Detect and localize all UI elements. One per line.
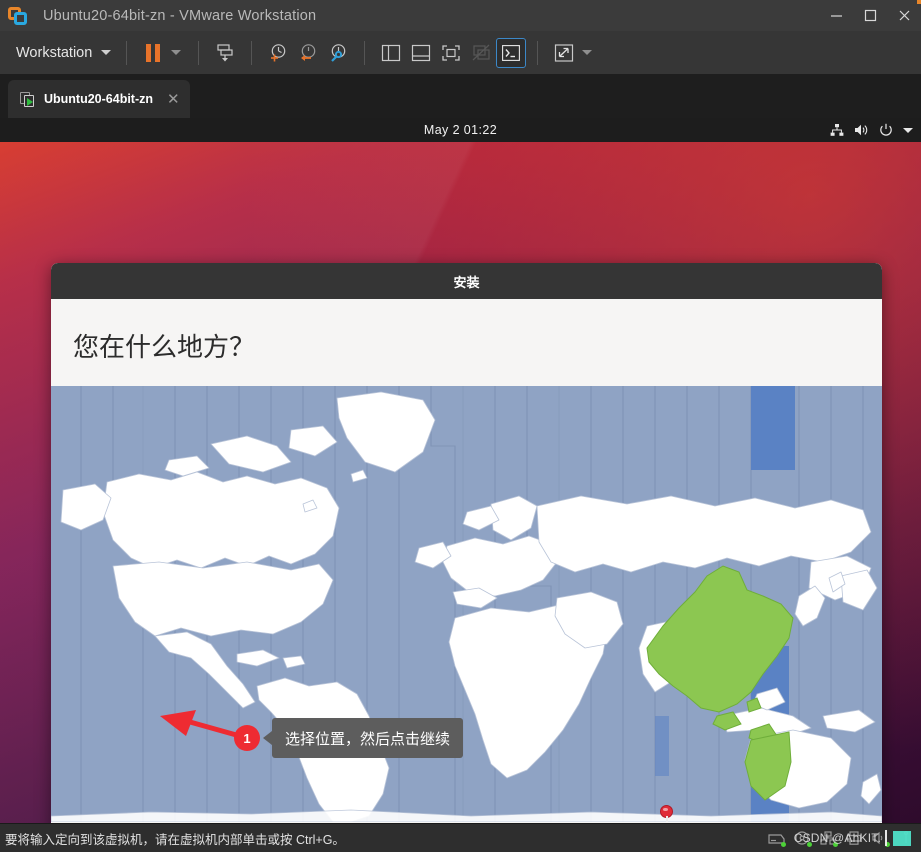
- snapshot-manager-icon: [331, 43, 346, 62]
- vm-tab-label: Ubuntu20-64bit-zn: [44, 92, 154, 106]
- close-icon[interactable]: [887, 0, 921, 31]
- unity-mode-icon: [472, 44, 490, 60]
- status-message: 要将输入定向到该虚拟机，请在虚拟机内部单击或按 Ctrl+G。: [5, 832, 345, 847]
- unity-mode-button: [466, 38, 496, 68]
- revert-snapshot-button[interactable]: [293, 38, 323, 68]
- main-toolbar: Workstation: [0, 31, 921, 74]
- pause-dropdown-chevron-down-icon[interactable]: [171, 50, 182, 55]
- snapshot-add-icon: [271, 43, 286, 61]
- gnome-status-area[interactable]: [830, 118, 913, 142]
- vmware-workstation-window: Ubuntu20-64bit-zn - VMware Workstation W…: [0, 0, 921, 852]
- workstation-menu-label: Workstation: [16, 44, 93, 61]
- full-screen-button[interactable]: [436, 38, 466, 68]
- minimize-icon[interactable]: [819, 0, 853, 31]
- guest-screen: May 2 01:22 安装 您在什么地方？: [0, 118, 921, 823]
- installer-dialog: 安装 您在什么地方？: [51, 263, 882, 823]
- maximize-icon[interactable]: [853, 0, 887, 31]
- toolbar-divider: [126, 40, 128, 65]
- close-icon[interactable]: ✕: [167, 92, 180, 107]
- timezone-map[interactable]: [51, 386, 882, 822]
- expand-arrows-icon: [555, 43, 574, 62]
- chevron-down-icon: [101, 50, 112, 55]
- toolbar-divider: [364, 40, 366, 65]
- gnome-top-bar: May 2 01:22: [0, 118, 921, 142]
- snapshot-revert-icon: [301, 43, 316, 61]
- network-icon: [830, 124, 844, 136]
- panel-left-icon: [382, 44, 401, 61]
- stretch-view-button[interactable]: [549, 38, 579, 68]
- csdn-watermark: CSDN @AhKIT.: [794, 830, 911, 846]
- show-thumbnail-bar-button[interactable]: [406, 38, 436, 68]
- snapshot-manager-button[interactable]: [323, 38, 353, 68]
- page-title: 您在什么地方？: [73, 332, 256, 362]
- toolbar-divider: [537, 40, 539, 65]
- world-map-svg: [51, 386, 882, 822]
- vm-running-icon: [20, 91, 36, 107]
- send-ctrl-alt-del-button[interactable]: [210, 38, 240, 68]
- window-title-bar: Ubuntu20-64bit-zn - VMware Workstation: [0, 0, 921, 31]
- power-icon: [880, 123, 892, 136]
- window-controls: [819, 0, 921, 31]
- panel-bottom-icon: [412, 44, 431, 61]
- pause-button[interactable]: [138, 38, 168, 68]
- fullscreen-icon: [442, 44, 460, 61]
- hard-disk-device-icon[interactable]: [768, 831, 786, 847]
- take-snapshot-button[interactable]: [263, 38, 293, 68]
- vm-tab[interactable]: Ubuntu20-64bit-zn ✕: [8, 80, 190, 118]
- send-keys-icon: [217, 43, 233, 61]
- toolbar-divider: [198, 40, 200, 65]
- pause-icon: [146, 43, 161, 62]
- stretch-dropdown-chevron-down-icon[interactable]: [582, 50, 593, 55]
- volume-icon: [855, 124, 868, 136]
- console-view-button[interactable]: [496, 37, 527, 68]
- map-pin-icon: [660, 805, 674, 822]
- chevron-down-icon[interactable]: [903, 127, 913, 133]
- window-corner-accent: [917, 0, 921, 4]
- vm-tab-strip: Ubuntu20-64bit-zn ✕: [0, 74, 921, 118]
- workstation-menu-button[interactable]: Workstation: [12, 42, 115, 64]
- show-library-button[interactable]: [376, 38, 406, 68]
- window-title: Ubuntu20-64bit-zn - VMware Workstation: [43, 7, 317, 24]
- dialog-title: 安装: [51, 263, 882, 299]
- vmware-logo-icon: [7, 5, 29, 27]
- watermark-text: CSDN @AhKIT.: [793, 831, 881, 845]
- toolbar-divider: [251, 40, 253, 65]
- gnome-clock[interactable]: May 2 01:22: [424, 123, 497, 137]
- status-bar: 要将输入定向到该虚拟机，请在虚拟机内部单击或按 Ctrl+G。 CSDN @Ah…: [0, 823, 921, 852]
- console-icon: [502, 44, 521, 61]
